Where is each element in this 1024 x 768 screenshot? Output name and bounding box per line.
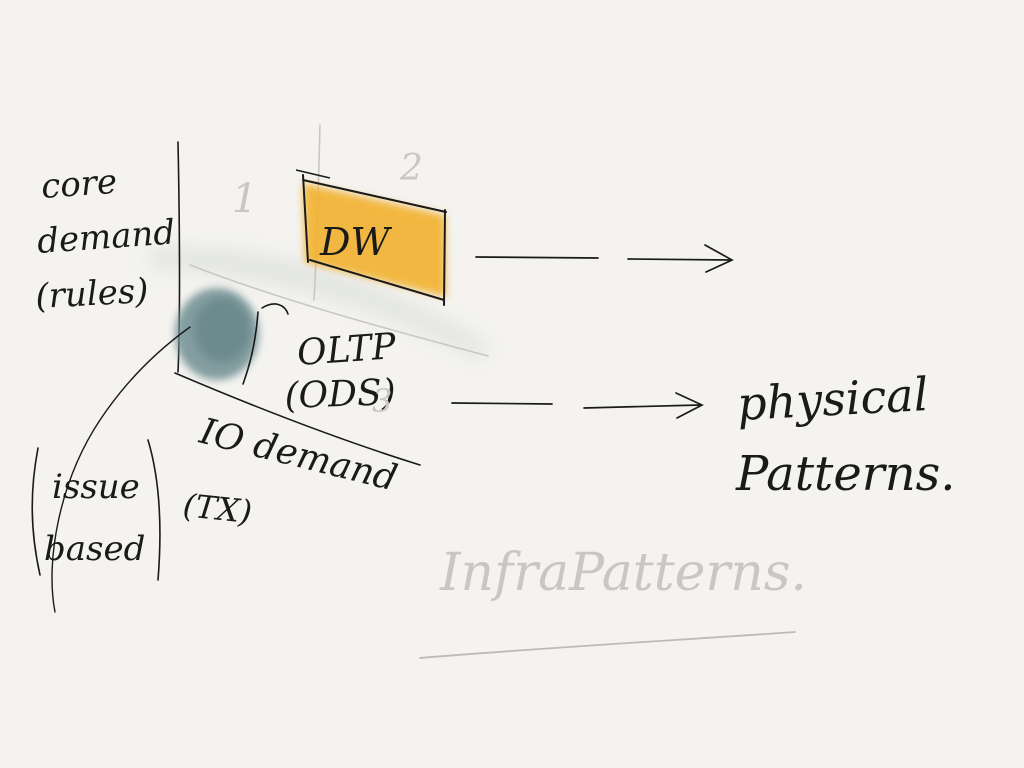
sketch-canvas: core demand (rules) issue based IO deman…	[0, 0, 1024, 768]
core-demand-label-line1: core	[40, 162, 118, 207]
quadrant-number-2: 2	[399, 148, 423, 189]
quadrant-number-1: 1	[232, 176, 257, 222]
arrow-oltp	[451, 392, 704, 419]
physical-patterns-label-line1: physical	[736, 367, 930, 431]
io-demand-label-line1: IO demand	[195, 411, 401, 500]
oltp-label-line1: OLTP	[296, 326, 398, 374]
diagram-svg: core demand (rules) issue based IO deman…	[31, 124, 956, 659]
physical-patterns-label-line2: Patterns.	[735, 446, 956, 502]
infra-underline	[419, 631, 796, 659]
core-demand-label-line3: (rules)	[34, 271, 149, 317]
arrow-dw	[475, 244, 734, 273]
issue-based-label-line2: based	[44, 529, 145, 569]
infra-patterns-label: InfraPatterns.	[439, 543, 807, 603]
issue-based-label-line1: issue	[52, 467, 140, 507]
quadrant-number-3: 3	[372, 382, 392, 420]
io-demand-label-line2: (TX)	[181, 486, 254, 531]
dw-label: DW	[319, 220, 392, 264]
oltp-blob	[175, 288, 259, 380]
